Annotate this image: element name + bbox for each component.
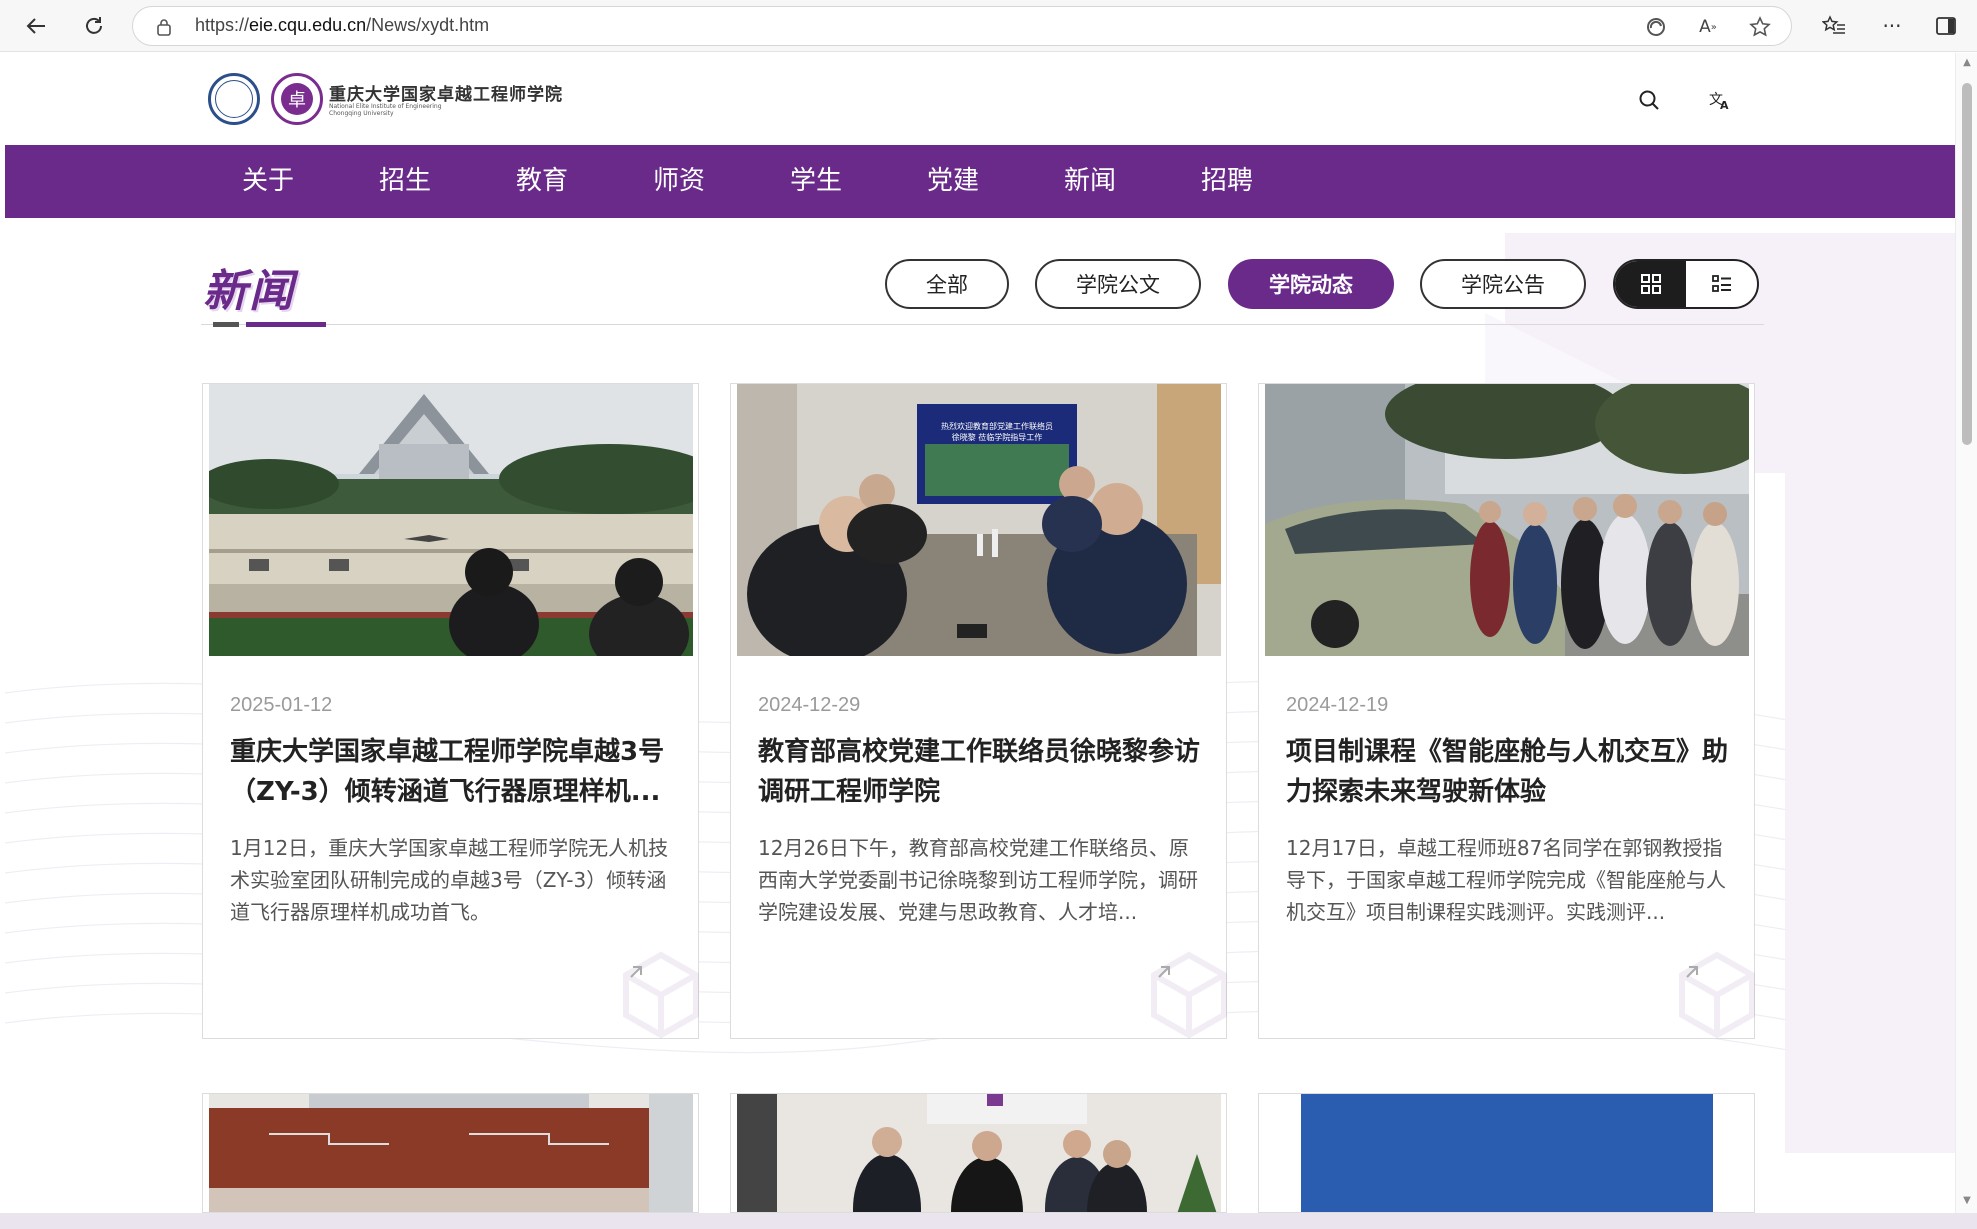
filter-notices-button[interactable]: 学院公告 [1420,259,1586,309]
section-divider [201,324,1764,325]
news-summary: 1月12日，重庆大学国家卓越工程师学院无人机技术实验室团队研制完成的卓越3号（Z… [230,836,669,924]
scrollbar-thumb[interactable] [1962,83,1972,445]
news-card[interactable] [202,1093,699,1213]
news-title[interactable]: 教育部高校党建工作联络员徐晓黎参访调研工程师学院 [758,732,1203,812]
nav-item-students[interactable]: 学生 [790,145,842,218]
news-title[interactable]: 重庆大学国家卓越工程师学院卓越3号（ZY-3）倾转涵道飞行器原理样机... [230,732,675,812]
news-card[interactable]: 2024-12-19 项目制课程《智能座舱与人机交互》助力探索未来驾驶新体验 1… [1258,383,1755,1039]
brand-name-en: National Elite Institute of Engineering C… [329,103,442,117]
news-summary: 12月26日下午，教育部高校党建工作联络员、原西南大学党委副书记徐晓黎到访工程师… [758,836,1198,924]
news-title[interactable]: 项目制课程《智能座舱与人机交互》助力探索未来驾驶新体验 [1286,732,1731,812]
nav-item-about[interactable]: 关于 [242,145,294,218]
section-title: 新闻 [203,266,295,317]
news-image-sky[interactable] [1265,1094,1749,1212]
news-summary: 12月17日，卓越工程师班87名同学在郭钢教授指导下，于国家卓越工程师学院完成《… [1286,836,1726,924]
nav-item-party[interactable]: 党建 [927,145,979,218]
filter-dynamics-button[interactable]: 学院动态 [1228,259,1394,309]
cqu-logo[interactable] [208,73,260,125]
institute-logo[interactable]: 卓 [271,73,323,125]
screen-text-1: 热烈欢迎教育部党建工作联络员 [941,421,1053,431]
scroll-down-icon[interactable]: ▼ [1961,1195,1973,1207]
news-card[interactable] [1258,1093,1755,1213]
scroll-up-icon[interactable]: ▲ [1961,57,1973,69]
favorite-star-icon[interactable] [1745,12,1775,42]
screen-text-2: 徐晓黎 莅临学院指导工作 [952,432,1043,442]
back-icon[interactable] [18,8,54,44]
news-card[interactable] [730,1093,1227,1213]
filter-documents-button[interactable]: 学院公文 [1035,259,1201,309]
lock-icon[interactable] [153,16,175,38]
read-aloud-icon[interactable]: A» [1693,12,1723,42]
edge-shield-icon[interactable] [1641,12,1671,42]
arrow-up-right-icon[interactable] [1155,963,1179,987]
news-image-car[interactable] [1265,384,1749,656]
news-image-aircraft[interactable] [209,384,693,656]
news-date: 2024-12-29 [758,694,861,716]
refresh-icon[interactable] [76,8,112,44]
grid-view-icon[interactable] [1615,261,1686,307]
arrow-up-right-icon[interactable] [1683,963,1707,987]
svg-text:A: A [1720,99,1729,111]
arrow-up-right-icon[interactable] [627,963,651,987]
more-icon[interactable]: ··· [1874,8,1910,44]
brand-name[interactable]: 重庆大学国家卓越工程师学院 [329,80,563,105]
nav-item-admissions[interactable]: 招生 [379,145,431,218]
news-card[interactable]: 热烈欢迎教育部党建工作联络员 徐晓黎 莅临学院指导工作 2024-12-29 教… [730,383,1227,1039]
nav-item-news[interactable]: 新闻 [1064,145,1116,218]
news-image-building[interactable] [209,1094,693,1212]
news-image-visit[interactable] [737,1094,1221,1212]
filter-all-button[interactable]: 全部 [885,259,1009,309]
news-date: 2024-12-19 [1286,694,1389,716]
address-bar[interactable]: https://eie.cqu.edu.cn/News/xydt.htm A» [132,6,1792,46]
search-icon[interactable] [1632,83,1666,117]
site-header: 卓 重庆大学国家卓越工程师学院 National Elite Institute… [5,53,1955,145]
sidebar-icon[interactable] [1928,8,1964,44]
list-view-icon[interactable] [1686,261,1757,307]
news-date: 2025-01-12 [230,694,333,716]
section-accent-gray [213,322,239,327]
news-image-meeting[interactable]: 热烈欢迎教育部党建工作联络员 徐晓黎 莅临学院指导工作 [737,384,1221,656]
translate-icon[interactable]: 文A [1703,83,1737,117]
favorites-list-icon[interactable] [1816,8,1852,44]
web-page: 卓 重庆大学国家卓越工程师学院 National Elite Institute… [5,53,1955,1213]
vertical-scrollbar[interactable]: ▲ ▼ [1955,53,1977,1213]
browser-toolbar: https://eie.cqu.edu.cn/News/xydt.htm A» … [0,0,1977,52]
section-accent-purple [246,322,326,327]
url-text[interactable]: https://eie.cqu.edu.cn/News/xydt.htm [195,15,489,36]
horizontal-strip [0,1213,1977,1229]
nav-item-faculty[interactable]: 师资 [653,145,705,218]
view-toggle [1613,259,1759,309]
main-nav: 关于 招生 教育 师资 学生 党建 新闻 招聘 [5,145,1955,218]
news-card[interactable]: 2025-01-12 重庆大学国家卓越工程师学院卓越3号（ZY-3）倾转涵道飞行… [202,383,699,1039]
nav-item-education[interactable]: 教育 [516,145,568,218]
nav-item-jobs[interactable]: 招聘 [1201,145,1253,218]
